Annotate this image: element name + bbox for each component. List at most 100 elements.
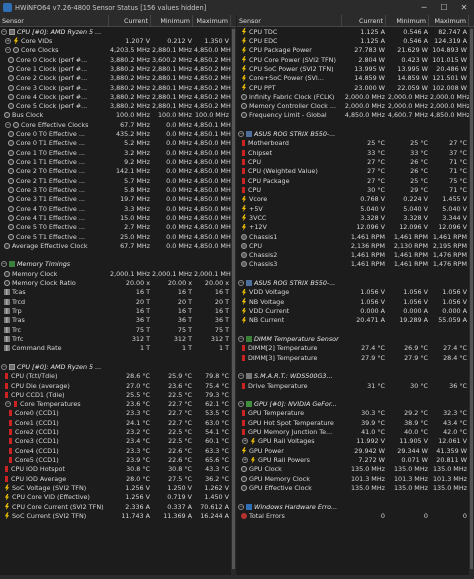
sensor-row[interactable]: Tcas 16 T 16 T 16 T [0,288,236,297]
sensor-row[interactable]: Core 2 T0 Effective ... 142.1 MHz 0.0 MHz 4… [0,167,236,176]
sensor-row[interactable]: CPU Core Current (SVI2 TFN) 2.336 A 0.337 … [0,502,236,511]
sensor-row[interactable]: DIMM[3] Temperature 27.9 °C 27.9 °C 28.4 °C [237,353,474,362]
expand-toggle-icon[interactable]: + [242,438,248,445]
close-button[interactable]: ✕ [454,0,474,15]
sensor-row[interactable]: Bus Clock 100.0 MHz 100.0 MHz 100.0 MHz [0,111,236,120]
sensor-row[interactable]: CPU Die (average) 27.0 °C 23.6 °C 75.4 °C [0,381,236,390]
collapse-toggle-icon[interactable]: − [1,363,7,370]
sensor-row[interactable]: NB Voltage 1.056 V 1.056 V 1.056 V [237,297,474,306]
sensor-group-header[interactable]: − CPU [#0]: AMD Ryzen 5 ... [0,27,236,36]
column-sensor[interactable]: Sensor [237,15,342,26]
sensor-group-header[interactable]: − Memory Timings [0,260,236,269]
sensor-row[interactable]: Average Effective Clock 67.7 MHz 0.0 MHz 4,… [0,241,236,250]
sensor-row[interactable]: Core 0 Clock (perf #... 3,880.2 MHz 3,600.… [0,55,236,64]
sensor-row[interactable]: Core+SoC Power (SVI... 14.859 W 14.859 W 12… [237,74,474,83]
column-minimum[interactable]: Minimum [386,15,429,26]
sensor-row[interactable]: CPU EDC 1.125 A 0.546 A 124.319 A [237,36,474,45]
sensor-group-header[interactable]: − GPU [#0]: NVIDIA GeFor... [237,400,474,409]
sensor-group-header[interactable]: − Windows Hardware Erro... [237,502,474,511]
sensor-group-header[interactable]: − DIMM Temperature Sensor [237,334,474,343]
maximize-button[interactable]: ☐ [434,0,454,15]
sensor-row[interactable]: CPU Core Power (SVI2 TFN) 2.804 W 0.423 W 1… [237,55,474,64]
sensor-row[interactable]: Core3 (CCD1) 23.4 °C 22.5 °C 60.1 °C [0,437,236,446]
collapse-toggle-icon[interactable]: − [5,121,11,128]
sensor-row[interactable]: Frequency Limit - Global 4,850.0 MHz 4,600… [237,111,474,120]
sensor-row[interactable]: CPU Package Power 27.783 W 21.629 W 104.893… [237,46,474,55]
sensor-row[interactable]: CPU SoC Power (SVI2 TFN) 13.995 W 13.995 W… [237,64,474,73]
sensor-row[interactable]: CPU Core VID (Effective) 1.256 V 0.719 V 1.… [0,493,236,502]
sensor-row[interactable]: VDD Current 0.000 A 0.000 A 0.000 A [237,306,474,315]
sensor-row[interactable]: CPU IOD Average 28.0 °C 27.5 °C 36.2 °C [0,474,236,483]
collapse-toggle-icon[interactable]: − [238,503,244,510]
collapse-toggle-icon[interactable]: − [5,47,11,54]
sensor-row[interactable]: CPU Package 27 °C 25 °C 75 °C [237,176,474,185]
sensor-group-header[interactable]: − S.M.A.R.T.: WDS500G3... [237,372,474,381]
sensor-row[interactable]: Core 0 T0 Effective ... 435.2 MHz 0.0 MHz 4… [0,129,236,138]
sensor-row[interactable]: GPU Effective Clock 135.0 MHz 135.0 MHz 135… [237,483,474,492]
sensor-row[interactable]: Tras 36 T 36 T 36 T [0,316,236,325]
collapse-toggle-icon[interactable]: − [5,401,11,408]
sensor-row[interactable]: CPU CCD1 (Tdie) 25.5 °C 22.5 °C 79.3 °C [0,390,236,399]
sensor-row[interactable]: Core 5 T1 Effective ... 25.0 MHz 0.0 MHz 4,… [0,232,236,241]
sensor-group-header[interactable]: − ASUS ROG STRIX B550-... [237,278,474,287]
sensor-row[interactable]: GPU Temperature 30.3 °C 29.2 °C 32.3 °C [237,409,474,418]
sensor-row[interactable]: CPU (Weighted Value) 27 °C 26 °C 71 °C [237,167,474,176]
sensor-row[interactable]: Vcore 0.768 V 0.224 V 1.455 V [237,195,474,204]
sensor-row[interactable]: + GPU Rail Voltages 11.992 V 11.905 V 12.061… [237,437,474,446]
sensor-row[interactable]: + Core VIDs 1.207 V 0.212 V 1.350 V [0,36,236,45]
sensor-row[interactable]: Core 3 T1 Effective ... 19.7 MHz 0.0 MHz 4,… [0,195,236,204]
sensor-row[interactable]: VDD Voltage 1.056 V 1.056 V 1.056 V [237,288,474,297]
sensor-row[interactable]: − Core Clocks 4,203.5 MHz 2,880.1 MHz 4,850.… [0,46,236,55]
sensor-row[interactable]: Chassis2 1,461 RPM 1,461 RPM 1,476 RPM [237,251,474,260]
sensor-row[interactable]: Total Errors 0 0 0 [237,511,474,520]
sensor-row[interactable]: Core2 (CCD1) 23.2 °C 22.5 °C 54.1 °C [0,427,236,436]
sensor-row[interactable]: CPU TDC 1.125 A 0.546 A 82.747 A [237,27,474,36]
sensor-row[interactable]: Chipset 33 °C 33 °C 37 °C [237,148,474,157]
sensor-row[interactable]: Memory Controller Clock ... 2,000.0 MHz 2,… [237,102,474,111]
sensor-row[interactable]: − Core Effective Clocks 67.7 MHz 0.0 MHz 4,8… [0,120,236,129]
sensor-row[interactable]: Core 1 T0 Effective ... 3.2 MHz 0.0 MHz 4,8… [0,148,236,157]
sensor-row[interactable]: Core 2 Clock (perf #... 3,880.2 MHz 2,880.… [0,74,236,83]
sensor-row[interactable]: CPU 27 °C 26 °C 71 °C [237,157,474,166]
column-maximum[interactable]: Maximum [193,15,231,26]
sensor-row[interactable]: SoC Current (SVI2 TFN) 11.743 A 11.369 A 16… [0,511,236,520]
sensor-row[interactable]: CPU (Tctl/Tdie) 28.6 °C 25.9 °C 79.8 °C [0,372,236,381]
sensor-row[interactable]: Core 4 T0 Effective ... 3.3 MHz 0.0 MHz 4,8… [0,204,236,213]
scrollbar-thumb[interactable] [232,29,235,569]
expand-toggle-icon[interactable]: + [5,37,11,44]
sensor-row[interactable]: Trcd 20 T 20 T 20 T [0,297,236,306]
sensor-row[interactable]: Command Rate 1 T 1 T 1 T [0,344,236,353]
sensor-row[interactable]: Core 2 T1 Effective ... 5.7 MHz 0.0 MHz 4,8… [0,176,236,185]
sensor-row[interactable]: GPU Hot Spot Temperature 39.9 °C 38.9 °C 43… [237,418,474,427]
collapse-toggle-icon[interactable]: − [238,131,244,138]
sensor-row[interactable]: Core 0 T1 Effective ... 5.2 MHz 0.0 MHz 4,8… [0,139,236,148]
scrollbar-thumb[interactable] [470,29,473,569]
sensor-row[interactable]: Memory Clock 2,000.1 MHz 2,000.1 MHz 2,000.… [0,269,236,278]
column-current[interactable]: Current [109,15,151,26]
sensor-row[interactable]: Chassis3 1,461 RPM 1,461 RPM 1,476 RPM [237,260,474,269]
column-minimum[interactable]: Minimum [151,15,193,26]
sensor-row[interactable]: GPU Clock 135.0 MHz 135.0 MHz 135.0 MHz [237,465,474,474]
collapse-toggle-icon[interactable]: − [238,280,244,287]
sensor-row[interactable]: Infinity Fabric Clock (FCLK) 2,000.0 MHz 2… [237,92,474,101]
sensor-row[interactable]: CPU IOD Hotspot 30.8 °C 30.8 °C 43.3 °C [0,465,236,474]
sensor-row[interactable]: Core0 (CCD1) 23.3 °C 22.7 °C 53.5 °C [0,409,236,418]
sensor-row[interactable]: 3VCC 3.328 V 3.328 V 3.344 V [237,213,474,222]
sensor-row[interactable]: Core1 (CCD1) 24.1 °C 22.7 °C 63.0 °C [0,418,236,427]
sensor-row[interactable]: CPU PPT 23.000 W 22.059 W 102.008 W [237,83,474,92]
sensor-row[interactable]: CPU 2,136 RPM 2,130 RPM 2,195 RPM [237,241,474,250]
scrollbar-left[interactable] [231,27,236,575]
column-current[interactable]: Current [342,15,386,26]
sensor-row[interactable]: GPU Memory Clock 101.3 MHz 101.3 MHz 101.3 … [237,474,474,483]
sensor-row[interactable]: Core4 (CCD1) 23.3 °C 22.6 °C 63.3 °C [0,446,236,455]
sensor-row[interactable]: Memory Clock Ratio 20.00 x 20.00 x 20.00 x [0,278,236,287]
sensor-row[interactable]: Trc 75 T 75 T 75 T [0,325,236,334]
minimize-button[interactable]: ─ [414,0,434,15]
sensor-row[interactable]: NB Current 20.471 A 19.289 A 55.059 A [237,316,474,325]
collapse-toggle-icon[interactable]: − [1,261,7,268]
sensor-row[interactable]: Core 1 T1 Effective ... 9.2 MHz 0.0 MHz 4,8… [0,157,236,166]
sensor-row[interactable]: +5V 5.040 V 5.040 V 5.040 V [237,204,474,213]
sensor-row[interactable]: Core 5 T0 Effective ... 2.7 MHz 0.0 MHz 4,8… [0,223,236,232]
sensor-row[interactable]: SoC Voltage (SVI2 TFN) 1.256 V 1.250 V 1.26… [0,483,236,492]
sensor-group-header[interactable]: − CPU [#0]: AMD Ryzen 5 ... [0,362,236,371]
